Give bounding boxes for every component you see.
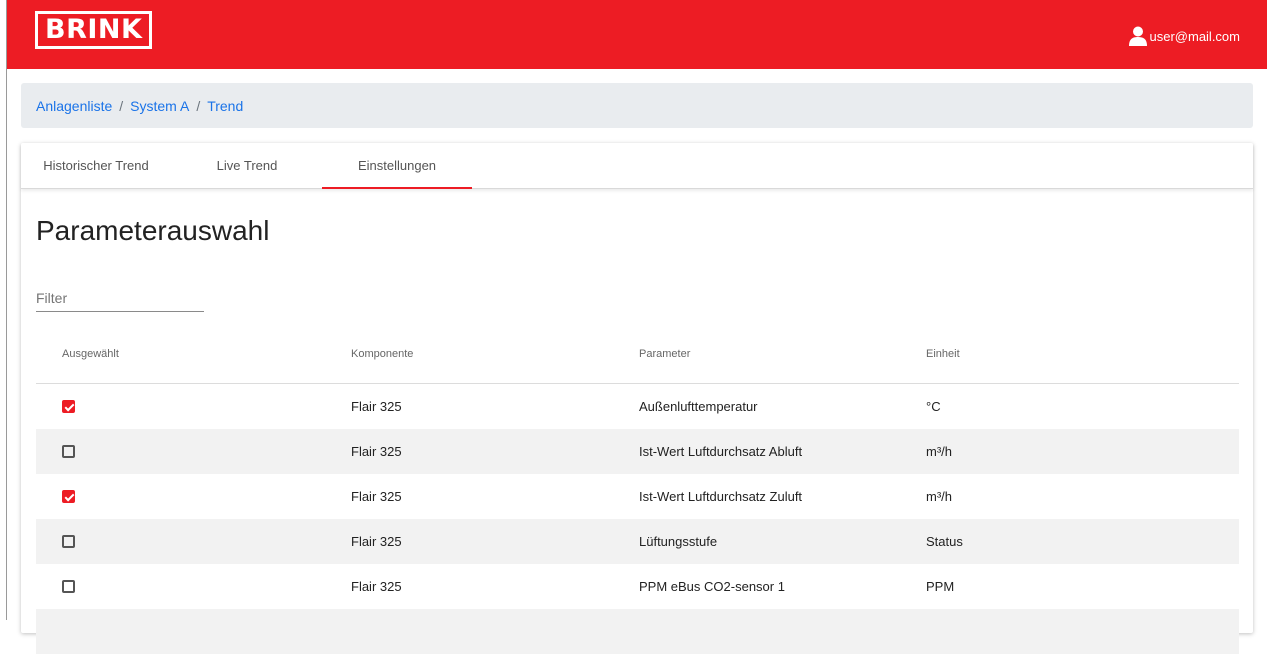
tab-bar: Historischer Trend Live Trend Einstellun… (21, 143, 1253, 189)
parameter-table: Ausgewählt Komponente Parameter Einheit … (36, 333, 1239, 654)
row-checkbox[interactable] (62, 535, 75, 548)
cell-parameter: Außenlufttemperatur (639, 399, 758, 414)
breadcrumb-separator: / (196, 97, 201, 114)
breadcrumb: Anlagenliste / System A / Trend (21, 83, 1253, 128)
column-header-einheit[interactable]: Einheit (926, 333, 960, 376)
cell-parameter: Ist-Wert Luftdurchsatz Abluft (639, 444, 803, 459)
page-title: Parameterauswahl (36, 215, 270, 246)
column-header-ausgewaehlt[interactable]: Ausgewählt (62, 333, 119, 376)
cell-unit: Status (926, 534, 963, 549)
table-row[interactable]: Flair 325 Ist-Wert Luftdurchsatz Zuluft … (36, 474, 1239, 519)
breadcrumb-anlagenliste[interactable]: Anlagenliste (36, 98, 112, 114)
cell-parameter: Ist-Wert Luftdurchsatz Zuluft (639, 489, 803, 504)
table-row[interactable] (36, 609, 1239, 654)
cell-component: Flair 325 (351, 489, 402, 504)
cell-component: Flair 325 (351, 579, 402, 594)
cell-unit: m³/h (926, 444, 952, 459)
cell-component: Flair 325 (351, 399, 402, 414)
cell-unit: °C (926, 399, 941, 414)
cell-unit: m³/h (926, 489, 952, 504)
row-checkbox[interactable] (62, 580, 75, 593)
breadcrumb-trend[interactable]: Trend (207, 98, 243, 114)
user-menu[interactable]: user@mail.com (1128, 25, 1241, 47)
cell-parameter: Lüftungsstufe (639, 534, 718, 549)
breadcrumb-separator: / (119, 97, 124, 114)
cell-component: Flair 325 (351, 534, 402, 549)
filter-input[interactable] (36, 285, 204, 312)
cell-parameter: PPM eBus CO2-sensor 1 (639, 579, 785, 594)
tab-historischer-trend[interactable]: Historischer Trend (21, 143, 171, 188)
top-navbar: BRINK user@mail.com (7, 0, 1267, 69)
tab-live-trend[interactable]: Live Trend (171, 143, 323, 188)
cell-component: Flair 325 (351, 444, 402, 459)
table-row[interactable]: Flair 325 Ist-Wert Luftdurchsatz Abluft … (36, 429, 1239, 474)
column-header-parameter[interactable]: Parameter (639, 333, 690, 376)
table-row[interactable]: Flair 325 PPM eBus CO2-sensor 1 PPM (36, 564, 1239, 609)
cell-unit: PPM (926, 579, 955, 594)
row-checkbox[interactable] (62, 490, 75, 503)
table-row[interactable]: Flair 325 Außenlufttemperatur °C (36, 384, 1239, 429)
row-checkbox[interactable] (62, 400, 75, 413)
user-icon (1128, 26, 1147, 46)
window-left-edge (0, 0, 7, 620)
table-row[interactable]: Flair 325 Lüftungsstufe Status (36, 519, 1239, 564)
row-checkbox[interactable] (62, 445, 75, 458)
column-header-komponente[interactable]: Komponente (351, 333, 413, 376)
brink-logo[interactable]: BRINK (35, 11, 153, 49)
table-header: Ausgewählt Komponente Parameter Einheit (36, 333, 1239, 384)
tab-einstellungen[interactable]: Einstellungen (322, 143, 472, 189)
user-email: user@mail.com (1149, 28, 1241, 44)
settings-card: Historischer Trend Live Trend Einstellun… (21, 143, 1253, 654)
breadcrumb-system-a[interactable]: System A (130, 98, 189, 114)
